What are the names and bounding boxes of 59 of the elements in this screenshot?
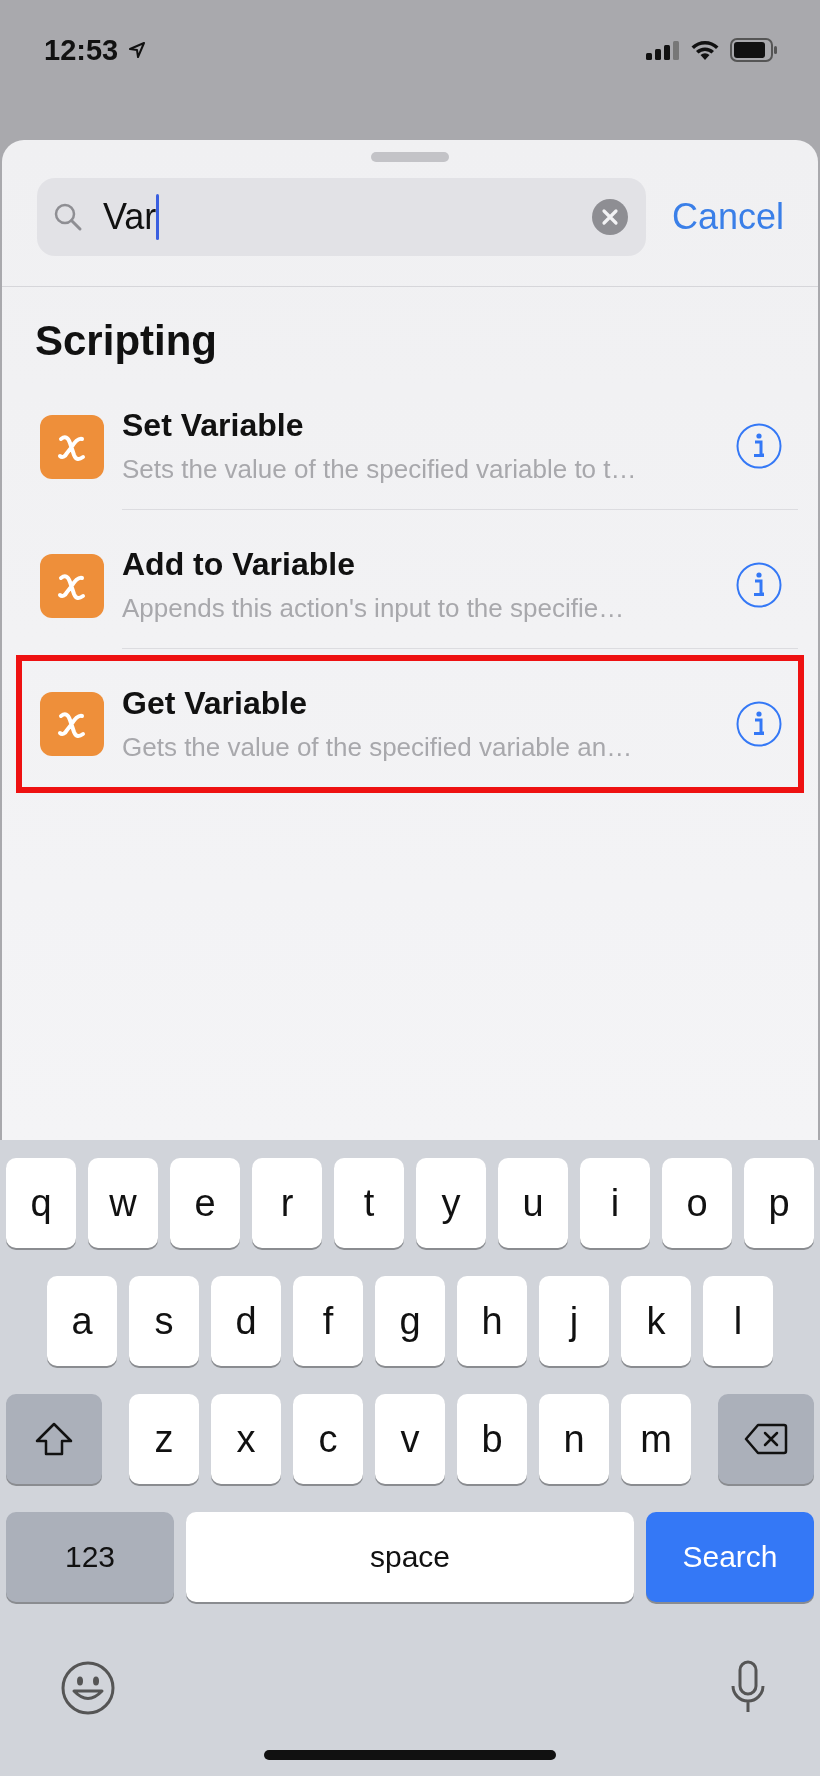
letter-key[interactable]: v xyxy=(375,1394,445,1484)
space-key[interactable]: space xyxy=(186,1512,634,1602)
letter-key[interactable]: j xyxy=(539,1276,609,1366)
letter-key[interactable]: r xyxy=(252,1158,322,1248)
info-icon[interactable] xyxy=(736,701,782,747)
letter-key[interactable]: w xyxy=(88,1158,158,1248)
action-row[interactable]: Set Variable Sets the value of the specified variable to t… xyxy=(16,377,804,516)
action-title: Get Variable xyxy=(122,685,308,722)
action-row[interactable]: Add to Variable Appends this action's input to the specifie… xyxy=(16,516,804,655)
letter-key[interactable]: g xyxy=(375,1276,445,1366)
shift-icon xyxy=(35,1422,73,1456)
letter-key[interactable]: h xyxy=(457,1276,527,1366)
letter-key[interactable]: a xyxy=(47,1276,117,1366)
letter-key[interactable]: l xyxy=(703,1276,773,1366)
signal-icon xyxy=(646,40,680,60)
action-title: Add to Variable xyxy=(122,546,356,583)
action-title: Set Variable xyxy=(122,407,305,444)
battery-icon xyxy=(730,38,778,62)
letter-key[interactable]: o xyxy=(662,1158,732,1248)
wifi-icon xyxy=(690,39,720,61)
search-field[interactable]: Var xyxy=(37,178,646,256)
backspace-icon xyxy=(744,1423,788,1455)
variable-icon xyxy=(40,414,104,479)
letter-key[interactable]: k xyxy=(621,1276,691,1366)
action-description: Appends this action's input to the specifie… xyxy=(122,593,626,624)
numbers-key[interactable]: 123 xyxy=(6,1512,174,1602)
action-row[interactable]: Get Variable Gets the value of the specified variable an… xyxy=(16,655,804,793)
status-time: 12:53 xyxy=(44,33,119,67)
action-description: Gets the value of the specified variable an… xyxy=(122,732,634,763)
search-icon xyxy=(53,202,83,232)
delete-key[interactable] xyxy=(718,1394,814,1484)
info-icon[interactable] xyxy=(736,423,782,469)
letter-key[interactable]: e xyxy=(170,1158,240,1248)
letter-key[interactable]: m xyxy=(621,1394,691,1484)
letter-key[interactable]: p xyxy=(744,1158,814,1248)
section-heading: Scripting xyxy=(34,316,218,366)
letter-key[interactable]: z xyxy=(129,1394,199,1484)
letter-key[interactable]: f xyxy=(293,1276,363,1366)
action-description: Sets the value of the specified variable to t… xyxy=(122,454,638,485)
letter-key[interactable]: i xyxy=(580,1158,650,1248)
variable-icon xyxy=(40,692,104,756)
letter-key[interactable]: s xyxy=(129,1276,199,1366)
letter-key[interactable]: x xyxy=(211,1394,281,1484)
letter-key[interactable]: c xyxy=(293,1394,363,1484)
letter-key[interactable]: y xyxy=(416,1158,486,1248)
letter-key[interactable]: d xyxy=(211,1276,281,1366)
variable-icon xyxy=(40,553,104,618)
emoji-icon[interactable] xyxy=(60,1660,116,1716)
letter-key[interactable]: b xyxy=(457,1394,527,1484)
letter-key[interactable]: t xyxy=(334,1158,404,1248)
letter-key[interactable]: q xyxy=(6,1158,76,1248)
letter-key[interactable]: u xyxy=(498,1158,568,1248)
info-icon[interactable] xyxy=(736,562,782,608)
location-arrow-icon xyxy=(128,41,147,59)
clear-icon[interactable] xyxy=(591,199,628,235)
letter-key[interactable]: n xyxy=(539,1394,609,1484)
shift-key[interactable] xyxy=(6,1394,102,1484)
grabber-handle[interactable] xyxy=(371,152,449,162)
search-key[interactable]: Search xyxy=(646,1512,814,1602)
